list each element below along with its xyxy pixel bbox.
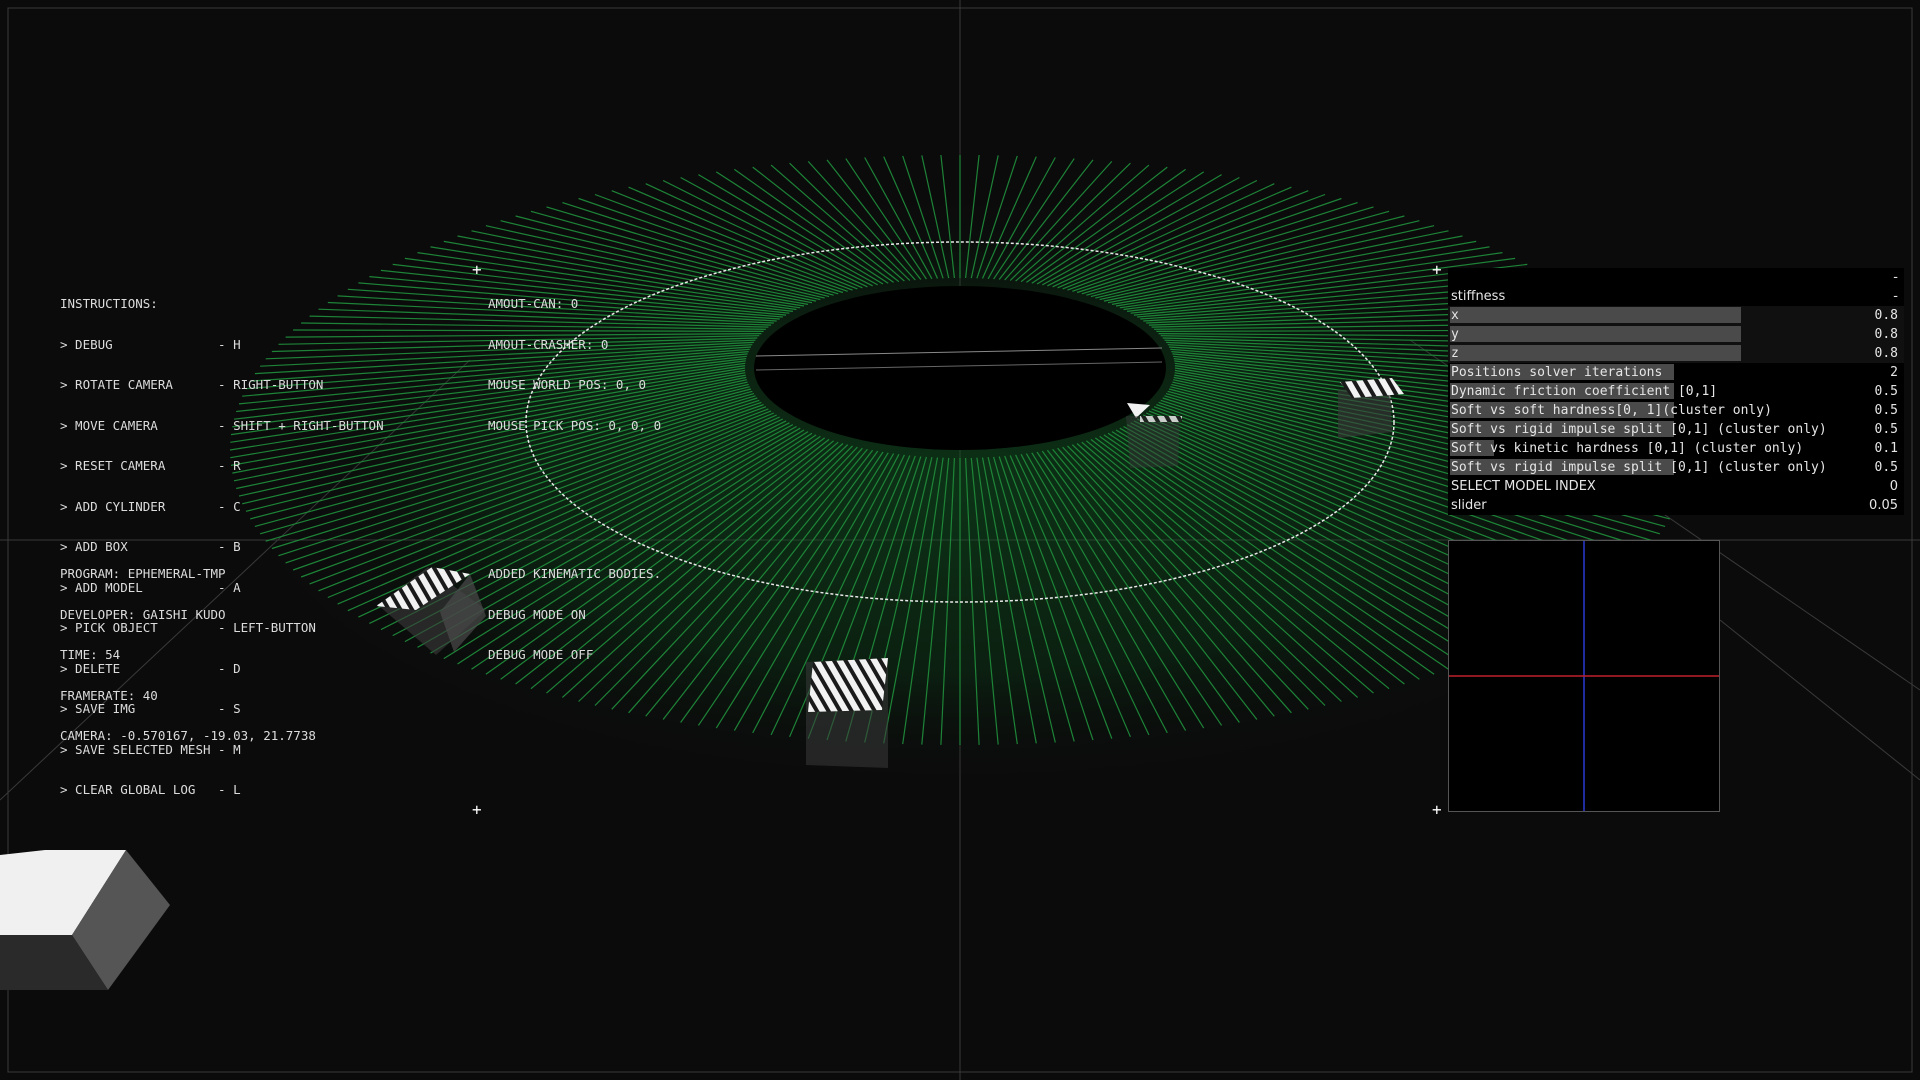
stiffness-x-slider[interactable]: x 0.8	[1448, 306, 1904, 325]
stiffness-group[interactable]: stiffness -	[1448, 287, 1904, 306]
stiffness-collapse-icon[interactable]: -	[1893, 289, 1898, 304]
slider-fill	[1450, 345, 1742, 361]
soft-vs-kinetic-hardness-slider[interactable]: Soft vs kinetic hardness [0,1] (cluster …	[1448, 439, 1904, 458]
param-value: 0.5	[1874, 384, 1898, 399]
param-value: 0.1	[1874, 441, 1898, 456]
program-info-line: CAMERA: -0.570167, -19.03, 21.7738	[60, 728, 316, 743]
status-line: MOUSE PICK POS: 0, 0, 0	[488, 417, 662, 433]
program-info-line: FRAMERATE: 40	[60, 687, 158, 703]
stiffness-y-slider[interactable]: y 0.8	[1448, 325, 1904, 344]
crosshair-bottom-left: +	[472, 800, 482, 819]
param-value: 2	[1890, 365, 1898, 380]
instructions-line: > MOVE CAMERA - SHIFT + RIGHT-BUTTON	[60, 417, 384, 433]
param-label: slider	[1451, 498, 1487, 513]
instructions-line: INSTRUCTIONS:	[60, 296, 158, 311]
slider-fill	[1450, 307, 1742, 323]
log-line: ADDED KINEMATIC BODIES.	[488, 566, 662, 581]
program-info-line: DEVELOPER: GAISHI KUDO	[60, 606, 226, 622]
panel-header[interactable]: -	[1448, 268, 1904, 287]
param-value: 0.5	[1874, 403, 1898, 418]
instructions-line: > CLEAR GLOBAL LOG - L	[60, 782, 241, 797]
box-center[interactable]	[806, 658, 888, 768]
crosshair-bottom-right: +	[1432, 800, 1442, 819]
status-line: AMOUT-CRASHER: 0	[488, 336, 609, 352]
status-panel: AMOUT-CAN: 0 AMOUT-CRASHER: 0 MOUSE WORL…	[488, 270, 661, 446]
parameter-panel: - stiffness - x 0.8 y 0.8 z 0.8 Position…	[1448, 268, 1904, 515]
instructions-line: > DEBUG - H	[60, 336, 241, 352]
box-foreground[interactable]	[0, 850, 170, 990]
param-label: Positions solver iterations	[1451, 365, 1663, 380]
log-panel: ADDED KINEMATIC BODIES. DEBUG MODE ON DE…	[488, 540, 661, 675]
log-line: DEBUG MODE OFF	[488, 647, 594, 662]
slider-value: 0.8	[1874, 346, 1898, 361]
status-line: AMOUT-CAN: 0	[488, 296, 579, 311]
param-label: Soft vs kinetic hardness [0,1] (cluster …	[1451, 441, 1804, 456]
soft-vs-rigid-impulse-split-slider-2[interactable]: Soft vs rigid impulse split [0,1] (clust…	[1448, 458, 1904, 477]
instructions-line: > RESET CAMERA - R	[60, 458, 241, 473]
select-model-index-field[interactable]: SELECT MODEL INDEX 0	[1448, 477, 1904, 496]
log-line: DEBUG MODE ON	[488, 606, 586, 622]
crosshair-top-left: +	[472, 260, 482, 279]
param-value: 0.05	[1869, 498, 1898, 513]
status-line: MOUSE WORLD POS: 0, 0	[488, 377, 647, 392]
positions-solver-iterations-slider[interactable]: Positions solver iterations 2	[1448, 363, 1904, 382]
slider-value: 0.8	[1874, 308, 1898, 323]
param-label: Dynamic friction coefficient [0,1]	[1451, 384, 1718, 399]
param-label: Soft vs rigid impulse split [0,1] (clust…	[1451, 460, 1827, 475]
param-label: Soft vs rigid impulse split [0,1] (clust…	[1451, 422, 1827, 437]
program-info-line: TIME: 54	[60, 647, 121, 662]
param-value: 0.5	[1874, 460, 1898, 475]
axis-preview-plot[interactable]	[1448, 540, 1720, 812]
param-label: SELECT MODEL INDEX	[1451, 479, 1596, 494]
stiffness-z-slider[interactable]: z 0.8	[1448, 344, 1904, 363]
instructions-line: > ADD CYLINDER - C	[60, 498, 241, 514]
soft-vs-soft-hardness-slider[interactable]: Soft vs soft hardness[0, 1](cluster only…	[1448, 401, 1904, 420]
collapse-icon[interactable]: -	[1893, 270, 1898, 285]
program-info-line: PROGRAM: EPHEMERAL-TMP	[60, 566, 226, 581]
dynamic-friction-slider[interactable]: Dynamic friction coefficient [0,1] 0.5	[1448, 382, 1904, 401]
stiffness-label: stiffness	[1451, 289, 1506, 304]
slider-fill	[1450, 326, 1742, 342]
axis-preview-svg	[1449, 541, 1719, 811]
param-label: Soft vs soft hardness[0, 1](cluster only…	[1451, 403, 1772, 418]
slider-label: z	[1451, 346, 1459, 361]
slider-label: x	[1451, 308, 1459, 323]
program-info-panel: PROGRAM: EPHEMERAL-TMP DEVELOPER: GAISHI…	[60, 540, 316, 756]
crosshair-top-right: +	[1432, 260, 1442, 279]
soft-vs-rigid-impulse-split-slider[interactable]: Soft vs rigid impulse split [0,1] (clust…	[1448, 420, 1904, 439]
slider-value: 0.8	[1874, 327, 1898, 342]
param-value: 0.5	[1874, 422, 1898, 437]
slider-label: y	[1451, 327, 1459, 342]
param-value: 0	[1889, 479, 1898, 494]
generic-slider[interactable]: slider 0.05	[1448, 496, 1904, 515]
instructions-line: > ROTATE CAMERA - RIGHT-BUTTON	[60, 377, 324, 392]
